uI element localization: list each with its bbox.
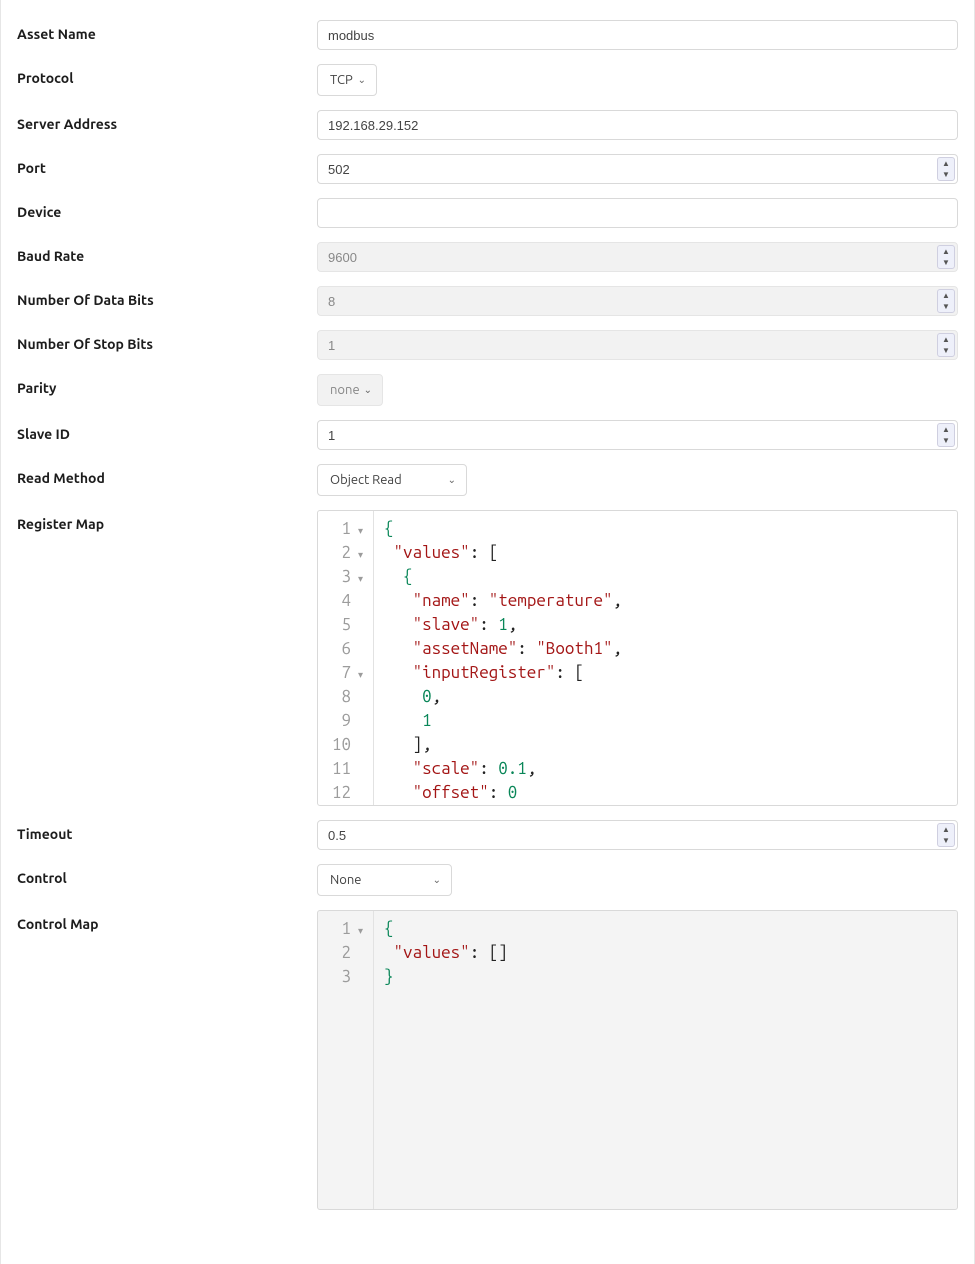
row-slave-id: Slave ID ▲ ▼ — [17, 420, 958, 450]
spinner-up-icon: ▲ — [938, 290, 954, 301]
control-map-editor: 1▾ 2 3 { "values": [] } — [317, 910, 958, 1210]
spinner-down-icon[interactable]: ▼ — [938, 835, 954, 846]
spinner-down-icon[interactable]: ▼ — [938, 435, 954, 446]
spinner-up-icon[interactable]: ▲ — [938, 824, 954, 835]
baud-rate-label: Baud Rate — [17, 242, 317, 264]
parity-select-value: none — [330, 383, 360, 397]
spinner-down-icon: ▼ — [938, 301, 954, 312]
control-select-value: None — [330, 873, 362, 887]
spinner-up-icon[interactable]: ▲ — [938, 158, 954, 169]
row-protocol: Protocol TCP ⌄ — [17, 64, 958, 96]
port-input[interactable] — [317, 154, 958, 184]
server-address-label: Server Address — [17, 110, 317, 132]
chevron-down-icon: ⌄ — [358, 74, 366, 86]
chevron-down-icon: ⌄ — [448, 474, 456, 486]
asset-name-input[interactable] — [317, 20, 958, 50]
chevron-down-icon: ⌄ — [433, 874, 441, 886]
row-read-method: Read Method Object Read ⌄ — [17, 464, 958, 496]
row-control: Control None ⌄ — [17, 864, 958, 896]
editor-gutter: 1▾ 2 3 — [318, 911, 374, 1209]
row-device: Device — [17, 198, 958, 228]
device-input — [317, 198, 958, 228]
data-bits-stepper: ▲ ▼ — [317, 286, 958, 316]
slave-id-spinner[interactable]: ▲ ▼ — [937, 423, 955, 447]
editor-gutter: 1▾ 2▾ 3▾ 4 5 6 7▾ 8 9 10 11 12 — [318, 511, 374, 805]
row-data-bits: Number Of Data Bits ▲ ▼ — [17, 286, 958, 316]
baud-rate-spinner: ▲ ▼ — [937, 245, 955, 269]
protocol-select-value: TCP — [330, 73, 353, 87]
timeout-spinner[interactable]: ▲ ▼ — [937, 823, 955, 847]
row-port: Port ▲ ▼ — [17, 154, 958, 184]
control-map-label: Control Map — [17, 910, 317, 932]
parity-select: none ⌄ — [317, 374, 383, 406]
stop-bits-stepper: ▲ ▼ — [317, 330, 958, 360]
row-control-map: Control Map 1▾ 2 3 { "values": [] } — [17, 910, 958, 1210]
row-parity: Parity none ⌄ — [17, 374, 958, 406]
stop-bits-input — [317, 330, 958, 360]
chevron-down-icon: ⌄ — [364, 384, 372, 396]
timeout-input[interactable] — [317, 820, 958, 850]
parity-label: Parity — [17, 374, 317, 396]
config-form: Asset Name Protocol TCP ⌄ Server Address… — [0, 0, 975, 1264]
spinner-up-icon: ▲ — [938, 334, 954, 345]
port-stepper[interactable]: ▲ ▼ — [317, 154, 958, 184]
row-timeout: Timeout ▲ ▼ — [17, 820, 958, 850]
data-bits-input — [317, 286, 958, 316]
spinner-down-icon: ▼ — [938, 345, 954, 356]
protocol-label: Protocol — [17, 64, 317, 86]
register-map-editor[interactable]: 1▾ 2▾ 3▾ 4 5 6 7▾ 8 9 10 11 12 { "values… — [317, 510, 958, 806]
server-address-input[interactable] — [317, 110, 958, 140]
row-stop-bits: Number Of Stop Bits ▲ ▼ — [17, 330, 958, 360]
protocol-select[interactable]: TCP ⌄ — [317, 64, 377, 96]
spinner-up-icon[interactable]: ▲ — [938, 424, 954, 435]
read-method-select-value: Object Read — [330, 473, 402, 487]
spinner-down-icon: ▼ — [938, 257, 954, 268]
baud-rate-input — [317, 242, 958, 272]
data-bits-label: Number Of Data Bits — [17, 286, 317, 308]
baud-rate-stepper: ▲ ▼ — [317, 242, 958, 272]
control-label: Control — [17, 864, 317, 886]
port-spinner[interactable]: ▲ ▼ — [937, 157, 955, 181]
spinner-up-icon: ▲ — [938, 246, 954, 257]
row-baud-rate: Baud Rate ▲ ▼ — [17, 242, 958, 272]
control-select[interactable]: None ⌄ — [317, 864, 452, 896]
register-map-label: Register Map — [17, 510, 317, 532]
row-register-map: Register Map 1▾ 2▾ 3▾ 4 5 6 7▾ 8 9 10 11… — [17, 510, 958, 806]
port-label: Port — [17, 154, 317, 176]
stop-bits-label: Number Of Stop Bits — [17, 330, 317, 352]
slave-id-input[interactable] — [317, 420, 958, 450]
read-method-label: Read Method — [17, 464, 317, 486]
timeout-label: Timeout — [17, 820, 317, 842]
slave-id-stepper[interactable]: ▲ ▼ — [317, 420, 958, 450]
register-map-code[interactable]: { "values": [ { "name": "temperature", "… — [374, 511, 957, 805]
slave-id-label: Slave ID — [17, 420, 317, 442]
timeout-stepper[interactable]: ▲ ▼ — [317, 820, 958, 850]
stop-bits-spinner: ▲ ▼ — [937, 333, 955, 357]
data-bits-spinner: ▲ ▼ — [937, 289, 955, 313]
row-asset-name: Asset Name — [17, 20, 958, 50]
read-method-select[interactable]: Object Read ⌄ — [317, 464, 467, 496]
row-server-address: Server Address — [17, 110, 958, 140]
spinner-down-icon[interactable]: ▼ — [938, 169, 954, 180]
control-map-code: { "values": [] } — [374, 911, 957, 1209]
asset-name-label: Asset Name — [17, 20, 317, 42]
device-label: Device — [17, 198, 317, 220]
